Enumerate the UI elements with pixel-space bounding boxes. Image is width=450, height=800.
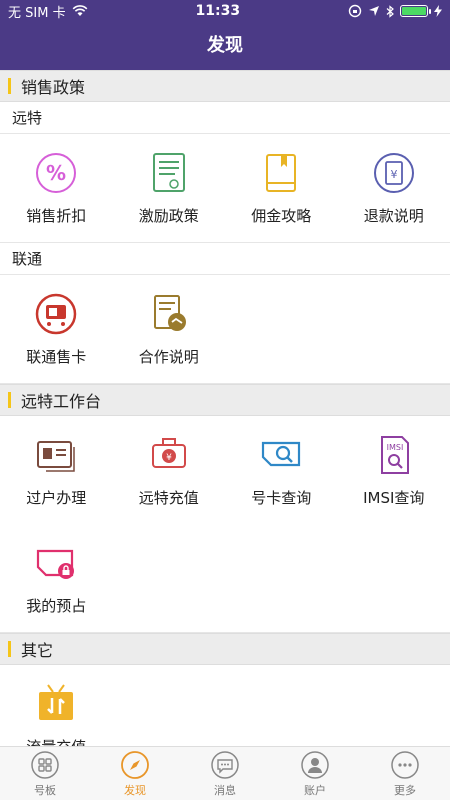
grid-workbench: 过户办理 ¥ 远特充值 号卡查询 IMSI IMSI查询 我的预占 (0, 416, 450, 633)
transfer-item[interactable]: 过户办理 (0, 416, 113, 524)
percent-icon: % (36, 152, 77, 193)
status-bar: 无 SIM 卡 11:33 (0, 0, 450, 22)
coop-desc-label: 合作说明 (138, 347, 199, 366)
recharge-card-icon: ¥ (151, 437, 186, 468)
compass-icon (121, 750, 149, 779)
section-accent-bar (8, 78, 11, 94)
refund-desc-item[interactable]: ¥ 退款说明 (338, 134, 450, 242)
book-icon (266, 153, 297, 192)
commission-guide-label: 佣金攻略 (251, 206, 312, 225)
imsi-query-label: IMSI查询 (363, 488, 425, 507)
svg-text:¥: ¥ (166, 453, 172, 463)
recharge-item[interactable]: ¥ 远特充值 (113, 416, 226, 524)
section-header-workbench: 远特工作台 (0, 384, 450, 416)
location-icon (369, 6, 379, 16)
status-time: 11:33 (195, 3, 241, 19)
svg-text:¥: ¥ (390, 168, 397, 181)
bluetooth-icon (386, 4, 394, 18)
carrier-label: 无 SIM 卡 (8, 5, 66, 21)
traffic-recharge-label: 流量充值 (26, 736, 86, 747)
tab-label: 账户 (304, 783, 326, 797)
tab-label: 发现 (124, 783, 146, 797)
card-search-icon (262, 441, 301, 466)
handshake-document-icon (153, 294, 186, 331)
app-header: 无 SIM 卡 11:33 发现 (0, 0, 450, 70)
recharge-label: 远特充值 (138, 488, 199, 507)
my-reserve-label: 我的预占 (26, 596, 87, 615)
coop-desc-item[interactable]: 合作说明 (113, 275, 226, 383)
sales-discount-item[interactable]: % 销售折扣 (0, 134, 113, 242)
main-content[interactable]: 销售政策 远特 % 销售折扣 激励政策 佣金攻略 ¥ 退款说明 联通 联通售卡 … (0, 70, 450, 746)
page-title: 发现 (207, 35, 243, 56)
tab-messages[interactable]: 消息 (180, 747, 270, 800)
traffic-recharge-item[interactable]: 流量充值 (0, 665, 113, 746)
subheader-yuante: 远特 (0, 102, 450, 134)
unicom-card-label: 联通售卡 (26, 347, 87, 366)
battery-icon (400, 5, 431, 17)
refund-icon: ¥ (373, 152, 414, 193)
grid-icon (31, 750, 59, 779)
more-icon (391, 750, 419, 779)
section-header-sales-policy: 销售政策 (0, 70, 450, 102)
sim-card-icon (36, 293, 77, 334)
user-icon (301, 750, 329, 779)
section-accent-bar (8, 641, 11, 657)
tab-board[interactable]: 号板 (0, 747, 90, 800)
lock-card-icon (37, 549, 75, 579)
my-reserve-item[interactable]: 我的预占 (0, 524, 113, 632)
tab-label: 消息 (214, 783, 236, 797)
unicom-card-item[interactable]: 联通售卡 (0, 275, 113, 383)
rotation-lock-icon (348, 4, 362, 18)
tab-more[interactable]: 更多 (360, 747, 450, 800)
imsi-query-item[interactable]: IMSI IMSI查询 (338, 416, 450, 524)
traffic-tv-icon (39, 683, 74, 720)
subheader-liantong: 联通 (0, 243, 450, 275)
commission-guide-item[interactable]: 佣金攻略 (225, 134, 338, 242)
section-accent-bar (8, 392, 11, 408)
card-query-item[interactable]: 号卡查询 (225, 416, 338, 524)
section-header-other: 其它 (0, 633, 450, 665)
charging-icon (434, 5, 442, 17)
tab-label: 更多 (394, 783, 416, 797)
section-title: 远特工作台 (21, 392, 102, 411)
grid-liantong: 联通售卡 合作说明 (0, 275, 450, 384)
tab-discover[interactable]: 发现 (90, 747, 180, 800)
refund-desc-label: 退款说明 (363, 206, 424, 225)
grid-other: 流量充值 (0, 665, 450, 746)
wifi-icon (72, 5, 87, 16)
id-card-icon (37, 440, 75, 472)
certificate-icon (152, 152, 185, 192)
svg-text:IMSI: IMSI (386, 443, 403, 452)
card-query-label: 号卡查询 (251, 488, 312, 507)
svg-text:%: % (46, 161, 66, 185)
imsi-search-icon: IMSI (380, 435, 409, 474)
section-title: 其它 (21, 641, 54, 660)
tab-label: 号板 (34, 783, 56, 797)
sales-discount-label: 销售折扣 (26, 206, 87, 225)
tab-bar: 号板 发现 消息 账户 更多 (0, 746, 450, 800)
transfer-label: 过户办理 (26, 488, 87, 507)
section-title: 销售政策 (21, 78, 86, 97)
message-icon (211, 750, 239, 779)
tab-account[interactable]: 账户 (270, 747, 360, 800)
incentive-policy-item[interactable]: 激励政策 (113, 134, 226, 242)
incentive-policy-label: 激励政策 (138, 206, 199, 225)
grid-yuante-policy: % 销售折扣 激励政策 佣金攻略 ¥ 退款说明 (0, 134, 450, 243)
